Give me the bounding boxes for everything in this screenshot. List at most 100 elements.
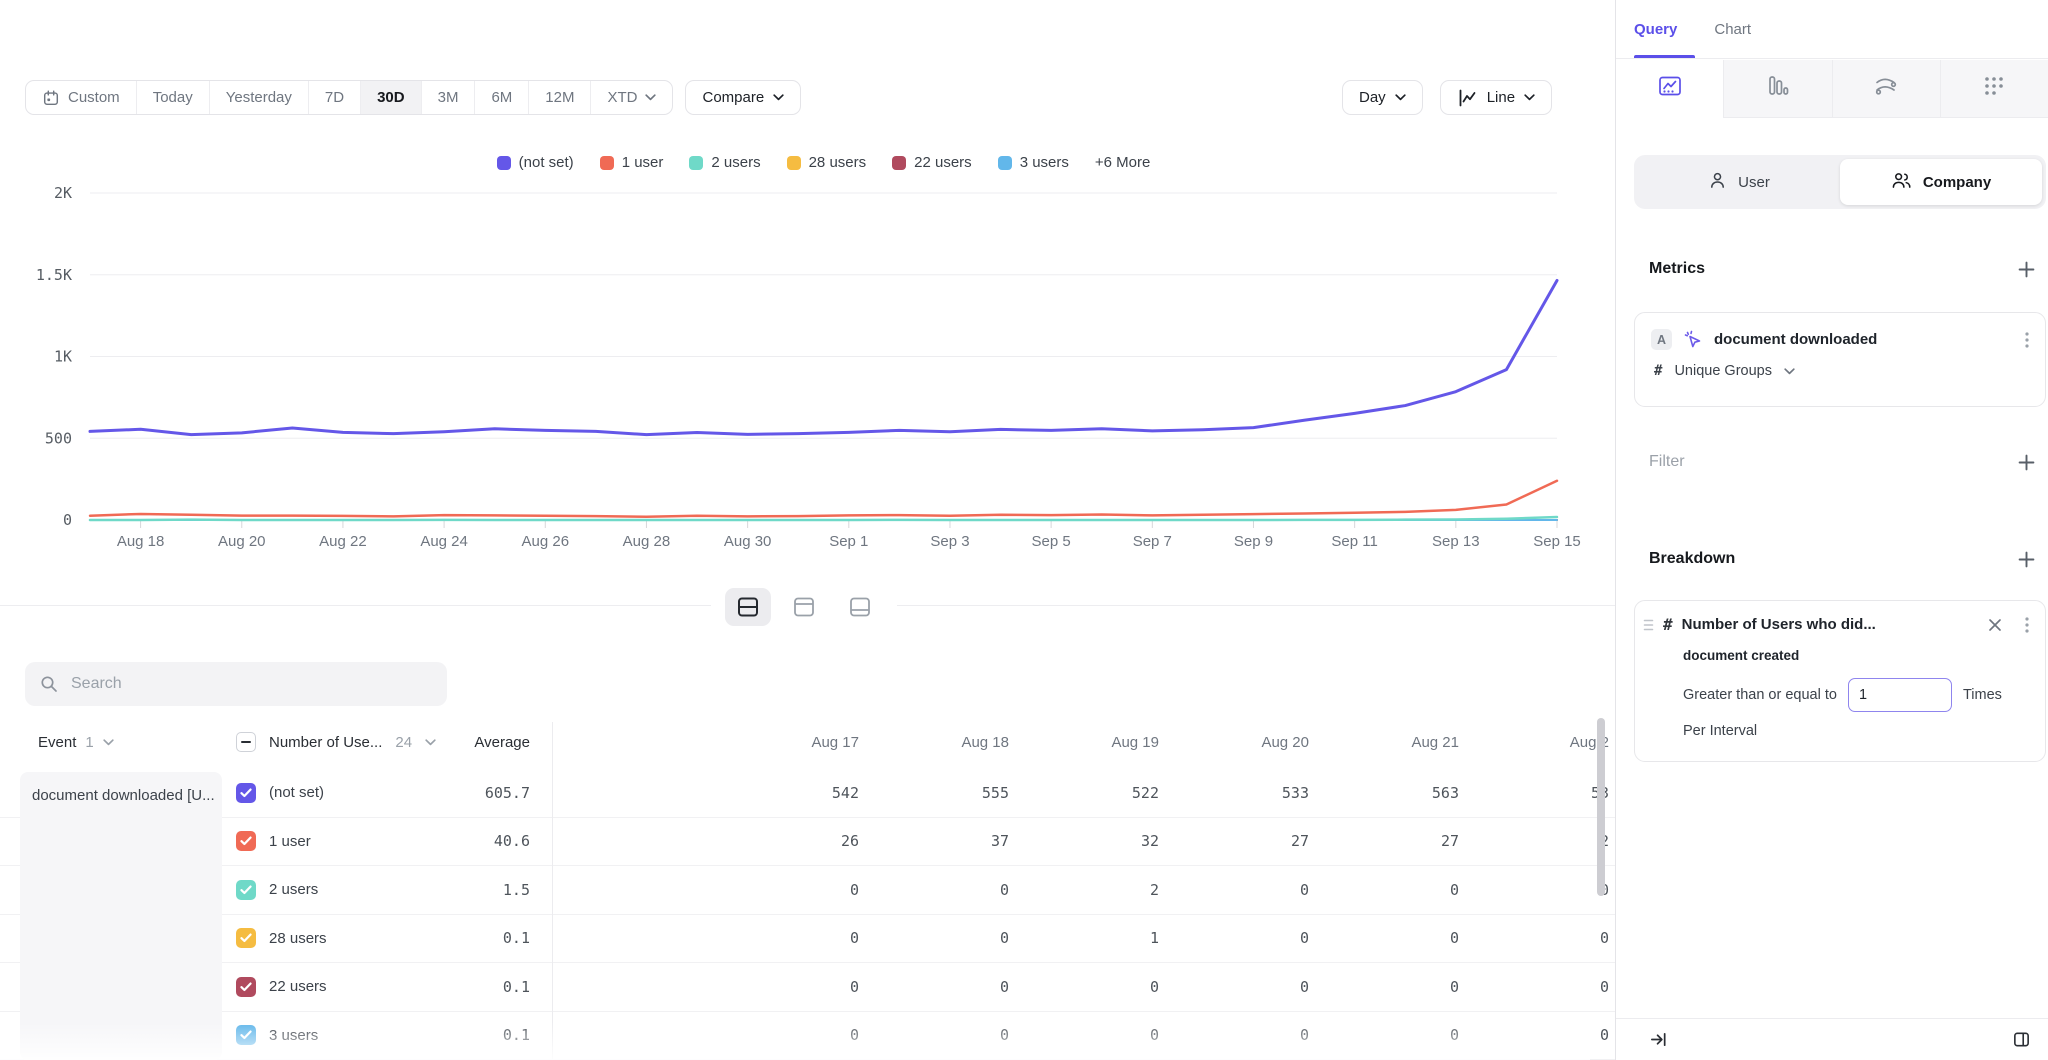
row-label: 3 users	[269, 1027, 318, 1044]
breakdown-menu-icon[interactable]	[2025, 617, 2029, 633]
chart-type-bar-button[interactable]	[1723, 60, 1831, 118]
row-average: 1.5	[470, 881, 552, 899]
event-name-cell[interactable]: document downloaded [U...	[20, 772, 222, 1060]
row-value: 0	[1053, 978, 1203, 996]
company-icon	[1891, 171, 1912, 194]
group-column-label[interactable]: Number of Use...	[269, 734, 382, 751]
collapse-panel-icon[interactable]	[1649, 1030, 1668, 1049]
row-value: 533	[1203, 784, 1353, 802]
select-all-checkbox[interactable]	[236, 732, 256, 752]
row-value: 0	[1203, 1026, 1353, 1044]
breakdown-title: Breakdown	[1649, 550, 1735, 568]
grid-dots-icon	[1981, 74, 2007, 103]
panel-tabs: Query Chart	[1616, 0, 2048, 59]
row-value: 0	[1503, 929, 1615, 947]
breakdown-property[interactable]: Number of Users who did...	[1682, 616, 1876, 633]
series-line-2 users	[90, 517, 1557, 520]
tab-query[interactable]: Query	[1634, 21, 1677, 38]
y-axis-label: 0	[63, 511, 72, 529]
chart-type-selector	[1616, 60, 2048, 118]
row-value: 0	[1503, 1026, 1615, 1044]
row-value: 0	[1503, 978, 1615, 996]
search-input[interactable]	[71, 675, 432, 693]
x-axis-label: Sep 15	[1533, 533, 1581, 550]
add-breakdown-button[interactable]	[2018, 551, 2035, 568]
scope-user-option[interactable]: User	[1638, 159, 1840, 205]
measure-dropdown[interactable]: # Unique Groups	[1651, 363, 2029, 379]
x-axis-label: Sep 9	[1234, 533, 1273, 550]
row-average: 40.6	[470, 832, 552, 850]
date-column-header[interactable]: Aug 18	[903, 734, 1053, 751]
x-axis-label: Sep 3	[930, 533, 969, 550]
date-column-header[interactable]: Aug 17	[552, 734, 903, 751]
average-column-header[interactable]: Average	[470, 734, 552, 751]
row-value: 522	[1053, 784, 1203, 802]
tab-chart[interactable]: Chart	[1714, 21, 1751, 38]
row-checkbox[interactable]	[236, 783, 256, 803]
add-metric-button[interactable]	[2018, 261, 2035, 278]
y-axis-label: 2K	[54, 184, 72, 202]
row-value: 0	[1203, 978, 1353, 996]
row-value: 0	[1203, 881, 1353, 899]
filter-section-header: Filter	[1649, 448, 2035, 476]
layout-table-only-button[interactable]	[837, 588, 883, 626]
chart-type-more-button[interactable]	[1940, 60, 2048, 118]
x-axis-label: Sep 7	[1133, 533, 1172, 550]
row-value: 1	[1053, 929, 1203, 947]
add-filter-button[interactable]	[2018, 454, 2035, 471]
column-divider	[552, 722, 553, 1060]
metric-menu-icon[interactable]	[2025, 332, 2029, 348]
chart-type-flow-button[interactable]	[1832, 60, 1940, 118]
row-value: 0	[1353, 929, 1503, 947]
row-checkbox[interactable]	[236, 977, 256, 997]
x-axis-label: Aug 22	[319, 533, 367, 550]
row-value: 0	[552, 929, 903, 947]
date-column-header[interactable]: Aug 21	[1353, 734, 1503, 751]
layout-split-button[interactable]	[725, 588, 771, 626]
scope-company-option[interactable]: Company	[1840, 159, 2042, 205]
row-value: 0	[903, 881, 1053, 899]
scope-company-label: Company	[1923, 174, 1991, 191]
search-box	[25, 662, 447, 706]
table-row: 28 users0.1001000	[0, 915, 1615, 964]
table-scrollbar[interactable]	[1597, 718, 1605, 896]
row-value: 0	[1203, 929, 1353, 947]
measure-label: Unique Groups	[1674, 363, 1772, 379]
line-chart: 05001K1.5K2KAug 18Aug 20Aug 22Aug 24Aug …	[0, 0, 1615, 560]
breakdown-value-input[interactable]	[1848, 678, 1952, 712]
x-axis-label: Aug 20	[218, 533, 266, 550]
chevron-down-icon	[1784, 368, 1795, 375]
breakdown-condition-label[interactable]: Greater than or equal to	[1683, 687, 1837, 703]
row-label: (not set)	[269, 784, 324, 801]
row-value: 2	[1053, 881, 1203, 899]
panel-layout-icon[interactable]	[2012, 1030, 2031, 1049]
row-checkbox[interactable]	[236, 928, 256, 948]
row-value: 26	[552, 832, 903, 850]
metric-event-name[interactable]: document downloaded	[1714, 331, 1877, 348]
group-count: 24	[395, 734, 412, 751]
row-checkbox[interactable]	[236, 880, 256, 900]
series-line-1 user	[90, 481, 1557, 517]
row-value: 32	[1053, 832, 1203, 850]
breakdown-unit-label: Times	[1963, 687, 2002, 703]
chart-type-line-button[interactable]	[1616, 60, 1723, 118]
table-row: 22 users0.1000000	[0, 963, 1615, 1012]
row-average: 605.7	[470, 784, 552, 802]
date-column-header[interactable]: Aug 20	[1203, 734, 1353, 751]
row-value: 0	[903, 929, 1053, 947]
row-checkbox[interactable]	[236, 831, 256, 851]
row-value: 0	[552, 881, 903, 899]
x-axis-label: Aug 30	[724, 533, 772, 550]
table-row: 1 user40.626373227272	[0, 818, 1615, 867]
drag-handle-icon[interactable]	[1643, 618, 1654, 632]
close-icon[interactable]	[1988, 618, 2002, 632]
date-column-header[interactable]: Aug 19	[1053, 734, 1203, 751]
row-checkbox[interactable]	[236, 1025, 256, 1045]
row-value: 555	[903, 784, 1053, 802]
breakdown-event[interactable]: document created	[1683, 648, 2029, 663]
flow-chart-icon	[1873, 74, 1899, 103]
row-value: 0	[552, 978, 903, 996]
layout-chart-only-button[interactable]	[781, 588, 827, 626]
search-icon	[40, 675, 58, 693]
table-body: (not set)605.7542555522533563531 user40.…	[0, 769, 1615, 1060]
